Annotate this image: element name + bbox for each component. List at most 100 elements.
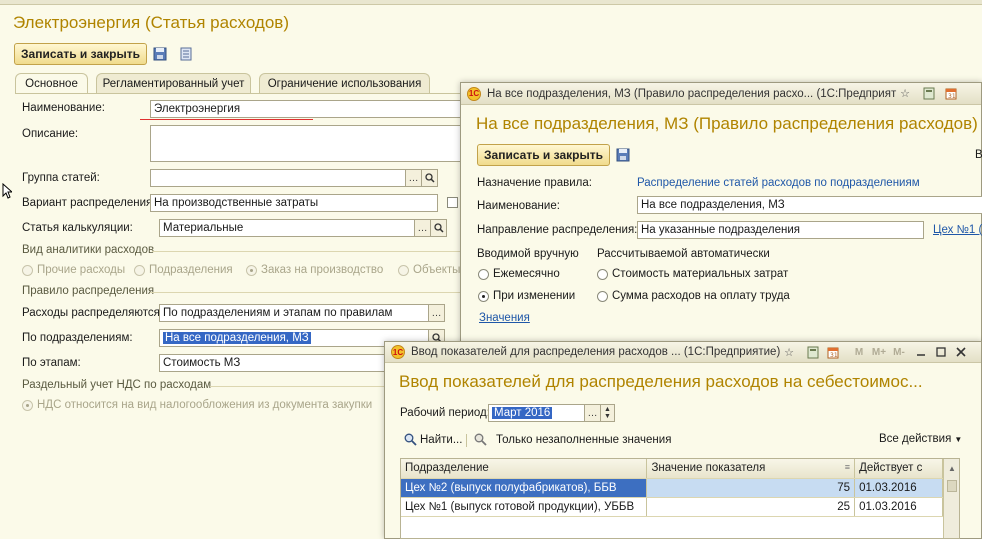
calc-item-select-button[interactable]: …	[415, 219, 431, 237]
calculator-icon[interactable]	[921, 86, 937, 102]
only-empty-values-button[interactable]: Только незаполненные значения	[474, 433, 671, 446]
radio-labor-cost[interactable]	[597, 290, 608, 302]
column-indicator-value[interactable]: Значение показателя ≡	[646, 459, 856, 479]
radio-monthly[interactable]	[478, 268, 489, 280]
close-icon[interactable]	[953, 344, 969, 360]
analytics-group-line	[152, 251, 460, 252]
find-button[interactable]: Найти...	[404, 433, 462, 446]
name-field[interactable]: Электроэнергия	[150, 100, 460, 118]
svg-text:31: 31	[948, 93, 956, 100]
memory-m-icon[interactable]: M	[851, 344, 867, 360]
all-actions-menu[interactable]: Все действия ▼	[879, 433, 962, 445]
chevron-down-icon: ▼	[954, 434, 963, 444]
distribution-variant-field[interactable]: На производственные затраты	[150, 194, 438, 212]
memory-plus-icon[interactable]: M+	[871, 344, 887, 360]
rule-group-line	[150, 292, 460, 293]
radio-material-cost[interactable]	[597, 268, 608, 280]
favorite-star-icon-2[interactable]: ☆	[781, 344, 797, 360]
table-row[interactable]: Цех №2 (выпуск полуфабрикатов), ББВ 75 0…	[401, 478, 943, 498]
by-stages-label: По этапам:	[22, 357, 81, 369]
maximize-icon[interactable]	[933, 344, 949, 360]
mouse-cursor-icon	[2, 182, 14, 202]
period-select-button[interactable]: …	[585, 404, 601, 422]
analytics-option-objects[interactable]: Объекты	[398, 264, 460, 276]
find-search-icon	[404, 433, 417, 446]
svg-text:31: 31	[830, 352, 838, 359]
auto-option-labor-cost[interactable]: Сумма расходов на оплату труда	[597, 290, 790, 302]
scroll-up-icon[interactable]: ▲	[944, 459, 959, 478]
rule-direction-field[interactable]: На указанные подразделения	[637, 221, 924, 239]
top-toolbar-strip	[0, 0, 982, 5]
memory-minus-icon[interactable]: M-	[891, 344, 907, 360]
tab-divider	[15, 93, 460, 94]
period-label: Рабочий период:	[400, 407, 490, 419]
rule-group-label: Правило распределения	[22, 285, 155, 297]
expenses-distributed-field[interactable]: По подразделениям и этапам по правилам	[159, 304, 429, 322]
calendar-icon-2[interactable]: 31	[825, 344, 841, 360]
description-label: Описание:	[22, 128, 79, 140]
save-icon[interactable]	[152, 46, 168, 62]
column-department[interactable]: Подразделение	[401, 459, 648, 479]
period-field[interactable]: Март 2016	[488, 404, 585, 422]
rule-save-icon[interactable]	[615, 147, 631, 163]
rule-name-field[interactable]: На все подразделения, МЗ	[637, 196, 982, 214]
radio-on-change[interactable]	[478, 290, 489, 302]
minimize-icon[interactable]	[913, 344, 929, 360]
analytics-option-departments[interactable]: Подразделения	[134, 264, 233, 276]
filter-search-icon	[474, 433, 487, 446]
scroll-thumb[interactable]	[947, 480, 957, 492]
analytics-option-production-order[interactable]: Заказ на производство	[246, 264, 383, 276]
rule-save-and-close-button[interactable]: Записать и закрыть	[477, 144, 610, 166]
manual-option-on-change[interactable]: При изменении	[478, 290, 575, 302]
vat-option[interactable]: НДС относится на вид налогообложения из …	[22, 399, 372, 411]
list-icon[interactable]	[178, 46, 194, 62]
calendar-icon[interactable]: 31	[943, 86, 959, 102]
radio-vat[interactable]	[22, 399, 33, 411]
calc-item-search-icon[interactable]	[431, 219, 447, 237]
table-header-row: Подразделение Значение показателя ≡ Дейс…	[401, 459, 943, 479]
distribution-checkbox[interactable]	[447, 197, 458, 208]
radio-departments[interactable]	[134, 264, 145, 276]
radio-objects[interactable]	[398, 264, 409, 276]
tab-main[interactable]: Основное	[15, 73, 88, 94]
description-field[interactable]	[150, 125, 460, 162]
item-group-select-button[interactable]: …	[406, 169, 422, 187]
item-group-search-icon[interactable]	[422, 169, 438, 187]
rule-direction-link[interactable]: Цех №1 (в	[933, 224, 982, 236]
tab-regulated-accounting[interactable]: Регламентированный учет	[96, 73, 251, 93]
expenses-distributed-select-button[interactable]: …	[429, 304, 445, 322]
table-row[interactable]: Цех №1 (выпуск готовой продукции), УББВ …	[401, 497, 943, 517]
rule-window-title: На все подразделения, МЗ (Правило распре…	[487, 87, 897, 100]
analytics-group-label: Вид аналитики расходов	[22, 244, 155, 256]
analytics-option-other[interactable]: Прочие расходы	[22, 264, 125, 276]
item-group-field[interactable]	[150, 169, 406, 187]
column-filter-icon[interactable]: ≡	[845, 462, 850, 472]
radio-other[interactable]	[22, 264, 33, 276]
column-effective-from[interactable]: Действует с	[854, 459, 943, 479]
vat-group-line	[210, 386, 385, 387]
auto-option-material-cost[interactable]: Стоимость материальных затрат	[597, 268, 788, 280]
1c-app-icon: 1С	[467, 86, 481, 101]
radio-production-order[interactable]	[246, 264, 257, 276]
1c-app-icon-2: 1С	[391, 345, 405, 359]
rule-more-text: В	[975, 149, 982, 161]
item-group-label: Группа статей:	[22, 172, 100, 184]
tab-usage-restriction[interactable]: Ограничение использования	[259, 73, 430, 93]
page-title: Электроэнергия (Статья расходов)	[13, 13, 290, 32]
period-spinner[interactable]: ▲ ▼	[601, 404, 615, 422]
calculator-icon-2[interactable]	[805, 344, 821, 360]
rule-purpose-link[interactable]: Распределение статей расходов по подразд…	[637, 177, 920, 189]
favorite-star-icon[interactable]: ☆	[897, 86, 913, 102]
expenses-distributed-label: Расходы распределяются:	[22, 307, 164, 319]
name-label: Наименование:	[22, 102, 105, 114]
save-and-close-button[interactable]: Записать и закрыть	[14, 43, 147, 65]
rule-direction-label: Направление распределения:	[477, 224, 638, 236]
rule-name-label: Наименование:	[477, 200, 560, 212]
calc-item-field[interactable]: Материальные	[159, 219, 415, 237]
spellcheck-underline	[140, 119, 313, 120]
manual-option-monthly[interactable]: Ежемесячно	[478, 268, 560, 280]
indicators-window-heading: Ввод показателей для распределения расхо…	[399, 372, 923, 391]
indicators-window-title: Ввод показателей для распределения расхо…	[411, 346, 781, 358]
table-scrollbar[interactable]: ▲	[943, 459, 959, 538]
values-link[interactable]: Значения	[479, 312, 530, 324]
